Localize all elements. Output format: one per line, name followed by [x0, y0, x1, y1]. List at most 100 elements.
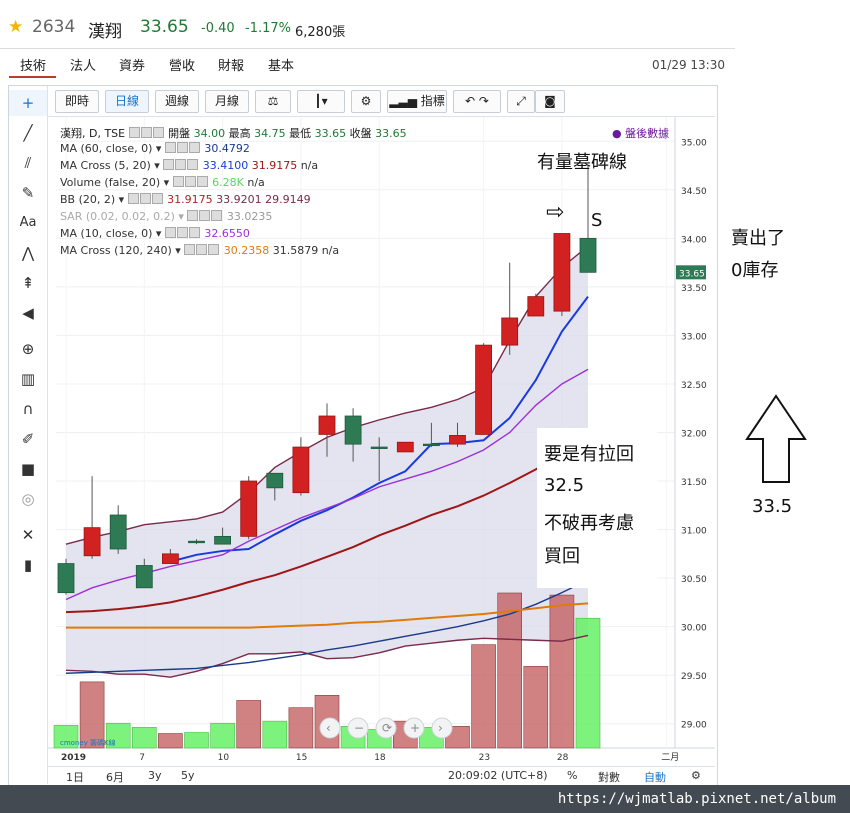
price-tick-label: 31.50 [681, 478, 707, 488]
percent-toggle[interactable]: % [567, 769, 577, 782]
undo-redo-icon[interactable]: ↶ ↷ [453, 90, 501, 113]
pattern-icon[interactable]: ⋀ [9, 240, 47, 266]
settings-small-icon[interactable] [176, 227, 188, 238]
candle-body [162, 553, 179, 564]
volume-bar [262, 720, 288, 749]
eye-small-icon[interactable] [164, 142, 176, 153]
range-6m[interactable]: 6月 [106, 769, 124, 785]
ruler-icon[interactable]: ▥ [9, 366, 47, 392]
candle-body [266, 472, 284, 489]
eye-small-icon[interactable] [164, 227, 176, 238]
settings-small-icon[interactable] [184, 176, 196, 187]
trendline-icon[interactable]: ╱ [9, 120, 47, 146]
eye-icon[interactable] [128, 127, 140, 138]
range-1d[interactable]: 1日 [66, 769, 84, 785]
settings-small-icon[interactable] [199, 210, 211, 221]
indicator-row[interactable]: MA (10, close, 0) ▾ 32.6550 [60, 227, 250, 240]
up-arrow-icon [745, 394, 807, 483]
indicator-name: MA (10, close, 0) ▾ [60, 227, 165, 240]
star-icon[interactable]: ★ [8, 17, 23, 37]
brush-icon[interactable]: ✎ [9, 180, 47, 206]
hide-icon[interactable]: ◎ [9, 486, 47, 512]
fib-icon[interactable]: ⫽ [9, 150, 47, 176]
indicator-value: 31.9175 [163, 193, 213, 206]
time-tick-label: 18 [374, 753, 386, 763]
candle-body [396, 441, 414, 453]
price-tick-label: 30.50 [681, 575, 707, 585]
stock-price: 33.65 [140, 17, 189, 37]
text-icon[interactable]: Aa [9, 210, 47, 236]
eye-small-icon[interactable] [184, 244, 196, 255]
settings-small-icon[interactable] [140, 127, 152, 138]
arrow-icon[interactable]: ◀ [9, 300, 47, 326]
tab-technical[interactable]: 技術 [20, 55, 46, 74]
close-small-icon[interactable] [188, 142, 200, 153]
pullback-line-1: 要是有拉回 [544, 444, 634, 465]
indicator-row[interactable]: BB (20, 2) ▾ 31.9175 33.9201 29.9149 [60, 193, 311, 206]
indicator-name: MA (60, close, 0) ▾ [60, 142, 165, 155]
indicator-row[interactable]: MA Cross (5, 20) ▾ 33.4100 31.9175 n/a [60, 159, 318, 172]
fullscreen-icon[interactable]: ⤢ [507, 90, 535, 113]
lock-icon[interactable]: ■ [9, 456, 47, 482]
period-monthly-button[interactable]: 月線 [205, 90, 249, 113]
settings-small-icon[interactable] [139, 193, 151, 204]
eye-small-icon[interactable] [172, 176, 184, 187]
indicator-row[interactable]: MA (60, close, 0) ▾ 30.4792 [60, 142, 250, 155]
tab-financials[interactable]: 財報 [218, 55, 244, 74]
high-value: 34.75 [254, 127, 286, 140]
camera-icon[interactable]: ◙ [535, 90, 565, 113]
axis-settings-icon[interactable]: ⚙ [691, 769, 701, 782]
eye-small-icon[interactable] [187, 210, 199, 221]
indicators-button[interactable]: ▂▃▅ 指標 [387, 90, 447, 113]
close-small-icon[interactable] [208, 244, 220, 255]
settings-small-icon[interactable] [176, 142, 188, 153]
tab-basic[interactable]: 基本 [268, 55, 294, 74]
close-small-icon[interactable] [151, 193, 163, 204]
indicator-row[interactable]: SAR (0.02, 0.02, 0.2) ▾ 33.0235 [60, 210, 272, 223]
trash-icon[interactable]: ▮ [9, 552, 47, 578]
watermark-text: https://wjmatlab.pixnet.net/album [557, 791, 836, 807]
candle-body [57, 563, 75, 594]
stay-drawing-icon[interactable]: ✐ [9, 426, 47, 452]
indicator-value: n/a [297, 159, 319, 172]
indicator-value: 30.2358 [220, 244, 270, 257]
settings-icon[interactable]: ⚙ [351, 90, 381, 113]
chart-symbol: 漢翔, D, TSE [60, 127, 126, 140]
period-daily-button[interactable]: 日線 [105, 90, 149, 113]
compare-after-hours[interactable]: ● 盤後數據 [612, 125, 669, 141]
close-small-icon[interactable] [211, 210, 223, 221]
open-value: 34.00 [193, 127, 226, 140]
close-small-icon[interactable] [187, 159, 199, 170]
tab-institutional[interactable]: 法人 [70, 55, 96, 74]
settings-small-icon[interactable] [175, 159, 187, 170]
magnet-icon[interactable]: ∩ [9, 396, 47, 422]
candle-type-icon[interactable]: ┃▾ [297, 90, 345, 113]
period-intraday-button[interactable]: 即時 [55, 90, 99, 113]
indicator-row[interactable]: Volume (false, 20) ▾ 6.28K n/a [60, 176, 265, 189]
price-tick-label: 35.00 [681, 138, 707, 148]
zoom-in-icon[interactable]: ⊕ [9, 336, 47, 362]
range-5y[interactable]: 5y [181, 769, 195, 782]
period-weekly-button[interactable]: 週線 [155, 90, 199, 113]
zoom-control-glyph: + [410, 721, 420, 735]
tab-margin[interactable]: 資券 [119, 55, 145, 74]
indicator-name: Volume (false, 20) ▾ [60, 176, 173, 189]
settings-small-icon[interactable] [196, 244, 208, 255]
candle-body [135, 565, 153, 589]
close-small-icon[interactable] [196, 176, 208, 187]
close-small-icon[interactable] [152, 127, 164, 138]
eye-small-icon[interactable] [127, 193, 139, 204]
indicator-row[interactable]: MA Cross (120, 240) ▾ 30.2358 31.5879 n/… [60, 244, 339, 257]
range-3y[interactable]: 3y [148, 769, 162, 782]
close-small-icon[interactable] [188, 227, 200, 238]
measure-icon[interactable]: ⇞ [9, 270, 47, 296]
compare-icon[interactable]: ⚖ [255, 90, 291, 113]
eye-small-icon[interactable] [163, 159, 175, 170]
crosshair-icon[interactable]: + [9, 90, 47, 116]
drawing-toolbar: + ╱ ⫽ ✎ Aa ⋀ ⇞ ◀ ⊕ ▥ ∩ ✐ ■ ◎ ✕ ▮ [9, 86, 48, 784]
auto-toggle[interactable]: 自動 [644, 769, 666, 785]
volume-bar [158, 733, 183, 749]
settings-tools-icon[interactable]: ✕ [9, 522, 47, 548]
log-toggle[interactable]: 對數 [598, 769, 620, 785]
tab-revenue[interactable]: 營收 [169, 55, 195, 74]
